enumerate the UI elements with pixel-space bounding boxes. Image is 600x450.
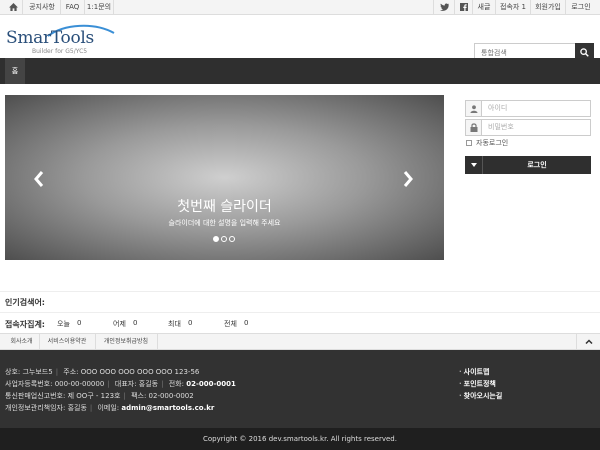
- scroll-top-button[interactable]: [576, 334, 600, 349]
- footer-label: 상호:: [5, 368, 21, 376]
- stat-today-value: 0: [77, 319, 82, 327]
- slider-prev-arrow-icon[interactable]: [33, 171, 47, 187]
- footer-nav: 회사소개 서비스이용약관 개인정보취급방침: [0, 333, 600, 350]
- footer-label: 대표자:: [114, 380, 137, 388]
- site-footer: 상호: 그누보드5 | 주소: OOO OOO OOO OOO OOO 123-5…: [0, 350, 600, 428]
- stat-total-value: 0: [244, 319, 249, 327]
- topbar-visitors-link[interactable]: 접속자 1: [496, 0, 530, 15]
- footer-sitemap-link[interactable]: 사이트맵: [459, 367, 490, 377]
- slider-description: 슬라이더에 대한 설명을 입력해 주세요: [168, 219, 281, 227]
- footer-label: 주소:: [63, 368, 79, 376]
- footer-label: 사업자등록번호:: [5, 380, 53, 388]
- slider-indicator-3[interactable]: [229, 236, 235, 242]
- footer-label: 팩스:: [131, 392, 147, 400]
- auto-login-checkbox-box[interactable]: [466, 140, 472, 146]
- footer-privacy-officer: 홍길동: [67, 404, 87, 412]
- topbar-qa-link[interactable]: 1:1문의: [85, 0, 113, 15]
- footer-business-number: 000-00-00000: [54, 380, 105, 388]
- stat-max-value: 0: [188, 319, 193, 327]
- topbar-notice-link[interactable]: 공지사항: [24, 0, 60, 15]
- topbar-faq-link[interactable]: FAQ: [61, 0, 84, 15]
- slider-title: 첫번째 슬라이더: [177, 199, 272, 215]
- user-icon: [466, 101, 482, 116]
- footer-privacy-line: 개인정보관리책임자: 홍길동 | 이메일: admin@smartools.co.…: [5, 404, 215, 412]
- login-options-toggle[interactable]: [465, 156, 483, 174]
- site-logo[interactable]: SmarTools Builder for G5/YC5: [6, 24, 126, 56]
- footer-ceo: 홍길동: [138, 380, 159, 388]
- footer-label: 전화:: [168, 380, 184, 388]
- footer-company-line: 상호: 그누보드5 | 주소: OOO OOO OOO OOO OOO 123-5…: [5, 368, 200, 376]
- chevron-up-icon: [585, 339, 593, 344]
- footer-label: 통신판매업신고번호:: [5, 392, 66, 400]
- login-button[interactable]: 로그인: [483, 156, 591, 174]
- footer-link-terms[interactable]: 서비스이용약관: [40, 334, 94, 349]
- main-slider: 첫번째 슬라이더 슬라이더에 대한 설명을 입력해 주세요: [5, 95, 444, 260]
- stat-yesterday-label: 어제: [113, 320, 126, 328]
- stat-yesterday-value: 0: [133, 319, 138, 327]
- footer-mail-order-number: 제 OO구 - 123호: [67, 392, 121, 400]
- nav-home-link[interactable]: 홈: [5, 58, 25, 84]
- home-icon[interactable]: [6, 0, 20, 15]
- divider: [0, 312, 600, 313]
- footer-mail-order-line: 통신판매업신고번호: 제 OO구 - 123호 | 팩스: 02-000-0002: [5, 392, 194, 400]
- id-placeholder: 아이디: [488, 104, 508, 112]
- facebook-icon[interactable]: [455, 0, 472, 15]
- footer-address: OOO OOO OOO OOO OOO 123-56: [80, 368, 200, 376]
- footer-link-about[interactable]: 회사소개: [5, 334, 38, 349]
- search-icon: [580, 48, 589, 57]
- lock-icon: [466, 120, 482, 135]
- password-placeholder: 비밀번호: [488, 123, 514, 131]
- footer-phone: 02-000-0001: [186, 380, 236, 388]
- stat-max-label: 최대: [168, 320, 181, 328]
- footer-fax: 02-000-0002: [148, 392, 194, 400]
- caret-down-icon: [471, 163, 477, 167]
- auto-login-label: 자동로그인: [476, 139, 509, 147]
- logo-subtitle: Builder for G5/YC5: [32, 48, 88, 55]
- footer-point-policy-link[interactable]: 포인트정책: [459, 379, 496, 389]
- footer-link-privacy[interactable]: 개인정보취급방침: [96, 334, 156, 349]
- logo-text: SmarTools: [6, 28, 94, 48]
- topbar-register-link[interactable]: 회원가입: [531, 0, 565, 15]
- stat-today-label: 오늘: [57, 320, 70, 328]
- topbar-new-posts-link[interactable]: 새글: [473, 0, 495, 15]
- footer-company-name: 그누보드5: [22, 368, 53, 376]
- footer-label: 이메일:: [97, 404, 120, 412]
- copyright: Copyright © 2016 dev.smartools.kr. All r…: [0, 428, 600, 450]
- visitor-stats: 접속자집계: 오늘 0 어제 0 최대 0 전체 0: [0, 319, 600, 331]
- slider-indicator-2[interactable]: [221, 236, 227, 242]
- footer-business-line: 사업자등록번호: 000-00-00000 | 대표자: 홍길동 | 전화: 02-…: [5, 380, 236, 388]
- top-bar: 공지사항 FAQ 1:1문의 새글 접속자 1 회원가입 로그인: [0, 0, 600, 15]
- popular-keywords-label: 인기검색어:: [5, 298, 45, 307]
- visitor-stats-label: 접속자집계:: [5, 320, 45, 329]
- login-box: 아이디 비밀번호 자동로그인 로그인: [462, 95, 593, 180]
- twitter-icon[interactable]: [434, 0, 454, 15]
- footer-label: 개인정보관리책임자:: [5, 404, 66, 412]
- topbar-login-link[interactable]: 로그인: [566, 0, 596, 15]
- stat-total-label: 전체: [224, 320, 237, 328]
- login-button-group: 로그인: [465, 156, 591, 174]
- main-nav: 홈: [0, 58, 600, 84]
- password-field[interactable]: 비밀번호: [465, 119, 591, 136]
- id-field[interactable]: 아이디: [465, 100, 591, 117]
- slider-indicator-1[interactable]: [213, 236, 219, 242]
- footer-directions-link[interactable]: 찾아오시는길: [459, 391, 503, 401]
- slider-next-arrow-icon[interactable]: [402, 171, 416, 187]
- site-header: SmarTools Builder for G5/YC5: [0, 16, 600, 63]
- footer-email[interactable]: admin@smartools.co.kr: [121, 404, 214, 412]
- divider: [0, 291, 600, 292]
